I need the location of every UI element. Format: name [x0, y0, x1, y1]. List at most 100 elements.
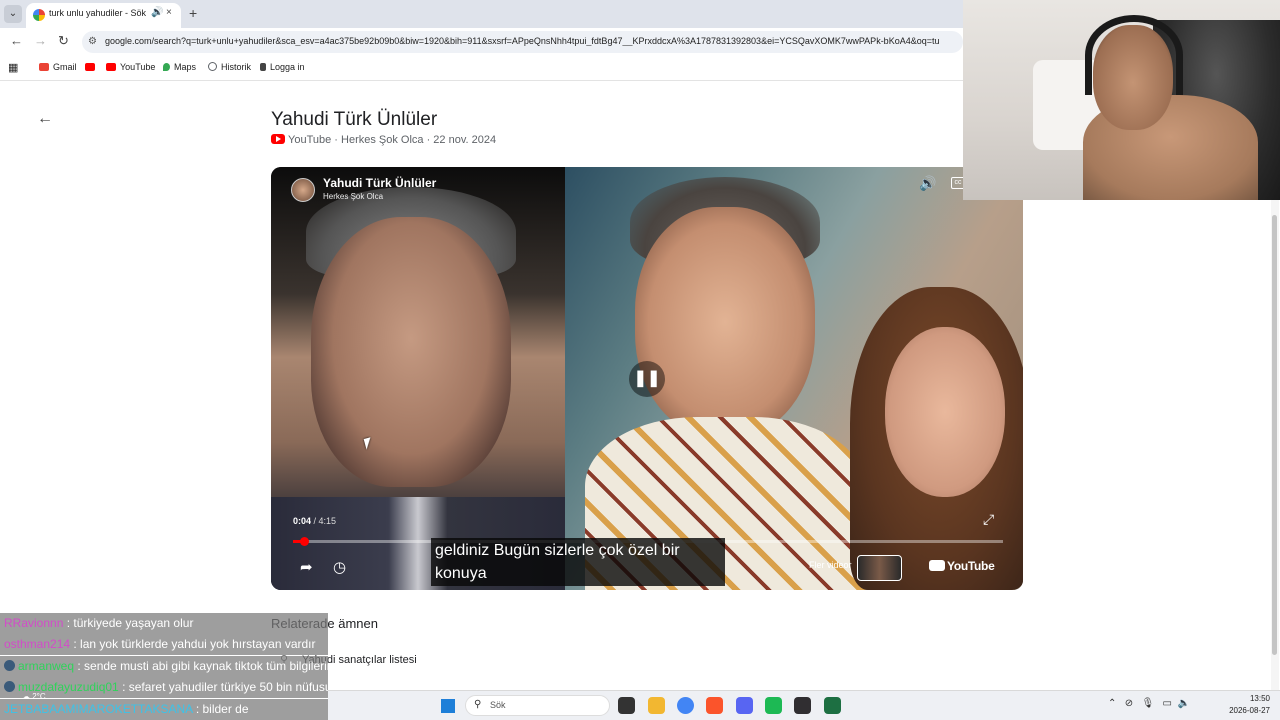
scrollbar-thumb[interactable]	[1272, 215, 1277, 655]
chat-text: : lan yok türklerde yahdui yok hırstayan…	[70, 637, 316, 652]
headset-icon	[1085, 15, 1183, 95]
stream-chat-overlay: RRavionnn : türkiyede yaşayan olur osthma…	[0, 613, 328, 720]
chat-text: : türkiyede yaşayan olur	[63, 616, 194, 630]
file-explorer-icon[interactable]	[648, 697, 665, 714]
tab-title: turk unlu yahudiler - Sök på	[49, 8, 149, 18]
bookmark-label: Logga in	[270, 62, 305, 72]
login-icon	[260, 63, 266, 71]
bookmark-youtube-icon-only[interactable]	[85, 62, 99, 72]
weather-temp: 2°C	[32, 692, 46, 701]
chat-message: RRavionnn : türkiyede yaşayan olur	[0, 613, 328, 634]
windows-start-icon[interactable]	[441, 699, 455, 713]
watch-later-clock-icon[interactable]: ◷	[333, 558, 346, 576]
chat-text: : sende musti abi gibi kaynak tiktok tüm…	[74, 658, 328, 673]
subtitle-line: geldiniz Bugün sizlerle çok özel bir	[435, 542, 680, 559]
chat-message: muzdafayuzudiq01 : sefaret yahudiler tür…	[0, 677, 328, 699]
google-favicon-icon	[33, 9, 45, 21]
page-title: Yahudi Türk Ünlüler	[271, 109, 438, 130]
bookmark-label: YouTube	[120, 62, 156, 72]
system-tray[interactable]: ⌃ ⊘ 🎙 ▭ 🔈	[1108, 698, 1190, 709]
search-icon: ⚲	[474, 699, 482, 710]
weather-widget[interactable]: ☁ 2°C	[22, 692, 46, 701]
bookmark-label: Maps	[174, 62, 197, 72]
microphone-icon[interactable]: 🎙	[1141, 698, 1154, 709]
reload-icon[interactable]: ↻	[58, 33, 69, 49]
youtube-icon	[106, 63, 116, 71]
player-channel-name[interactable]: Herkes Şok Olca	[323, 192, 383, 201]
chat-badge-icon	[4, 681, 15, 693]
tab-search-menu-icon[interactable]: ⌄	[4, 5, 22, 23]
excel-icon[interactable]	[824, 697, 841, 714]
chat-message: osthman214 : lan yok türklerde yahdui yo…	[0, 634, 328, 656]
current-time: 0:04	[293, 516, 312, 526]
apps-grid-icon[interactable]: ▦	[8, 61, 18, 74]
back-icon[interactable]: ←	[10, 33, 23, 48]
volume-icon[interactable]: 🔊	[919, 175, 936, 192]
chat-message: JETBABAAMIMAROKETTAKSANA : bilder de	[0, 698, 328, 720]
youtube-icon	[85, 63, 95, 71]
chat-text: : sefaret yahudiler türkiye 50 bin nüfus…	[122, 680, 328, 695]
video-frame-face	[885, 327, 1005, 497]
taskbar-search[interactable]: ⚲ Sök	[465, 695, 610, 716]
youtube-logo[interactable]: YouTube	[929, 559, 995, 573]
close-tab-icon[interactable]: ×	[166, 7, 172, 18]
chrome-icon[interactable]	[677, 697, 694, 714]
bookmark-label: Gmail	[53, 62, 77, 72]
share-icon[interactable]: ➦	[300, 558, 313, 576]
obs-icon[interactable]	[794, 697, 811, 714]
speaker-icon[interactable]: 🔈	[1178, 698, 1190, 709]
video-meta: YouTube · Herkes Şok Olca · 22 nov. 2024	[271, 134, 496, 146]
maps-pin-icon	[163, 63, 170, 71]
chat-username: JETBABAAMIMAROKETTAKSANA	[4, 701, 193, 716]
chevron-up-icon[interactable]: ⌃	[1108, 698, 1116, 709]
bookmark-history[interactable]: Historik	[208, 62, 251, 72]
fullscreen-icon[interactable]: ⤢	[983, 511, 994, 528]
speaker-icon[interactable]: 🔊	[151, 7, 163, 18]
subtitle-line: konuya	[435, 565, 487, 582]
discord-icon[interactable]	[736, 697, 753, 714]
bookmark-gmail[interactable]: Gmail	[39, 62, 77, 72]
video-frame-face	[311, 217, 511, 487]
forward-icon[interactable]: →	[34, 33, 47, 48]
taskbar: ⚲ Sök ⌃ ⊘ 🎙 ▭ 🔈 13:50 2026-08-27	[328, 690, 1280, 720]
channel-avatar[interactable]	[291, 178, 315, 202]
site-info-icon[interactable]: ⚙	[88, 36, 97, 47]
brave-icon[interactable]	[706, 697, 723, 714]
display-icon[interactable]: ▭	[1163, 698, 1172, 709]
youtube-icon	[929, 560, 945, 571]
new-tab-button[interactable]: +	[189, 5, 197, 21]
more-videos-label[interactable]: Fler videor	[809, 560, 852, 570]
back-arrow-icon[interactable]: ←	[37, 110, 53, 128]
chat-text: : bilder de	[192, 701, 249, 716]
bookmark-login[interactable]: Logga in	[260, 62, 305, 72]
bookmarks-bar: ▦ Gmail YouTube Maps Historik Logga in	[0, 58, 963, 78]
more-videos-thumbnail[interactable]	[857, 555, 902, 581]
spotify-icon[interactable]	[765, 697, 782, 714]
video-player[interactable]: Yahudi Türk Ünlüler Herkes Şok Olca 🔊 cc…	[271, 167, 1023, 590]
bookmark-label: Historik	[221, 62, 252, 72]
chat-badge-icon	[4, 659, 15, 671]
chat-username: armanweq	[18, 658, 75, 673]
clock-time[interactable]: 13:50	[1228, 694, 1270, 703]
bookmark-youtube[interactable]: YouTube	[106, 62, 155, 72]
url-text[interactable]: google.com/search?q=turk+unlu+yahudiler&…	[105, 36, 960, 46]
youtube-logo-text: YouTube	[947, 559, 995, 573]
gmail-icon	[39, 63, 49, 71]
task-view-icon[interactable]	[618, 697, 635, 714]
youtube-icon	[271, 134, 285, 144]
address-bar[interactable]: ⚙ google.com/search?q=turk+unlu+yahudile…	[82, 31, 963, 53]
duration: 4:15	[318, 516, 337, 526]
webcam-overlay	[963, 0, 1280, 200]
pause-icon[interactable]: ❚❚	[629, 361, 665, 397]
chat-username: RRavionnn	[4, 616, 64, 630]
video-meta-text: YouTube · Herkes Şok Olca · 22 nov. 2024	[288, 134, 497, 146]
bookmark-maps[interactable]: Maps	[163, 62, 196, 72]
chat-username: osthman214	[4, 637, 71, 652]
player-video-title[interactable]: Yahudi Türk Ünlüler	[323, 176, 436, 190]
video-frame-face	[635, 207, 815, 437]
network-off-icon[interactable]: ⊘	[1125, 698, 1133, 709]
video-frame-left	[271, 167, 565, 590]
browser-tab[interactable]: turk unlu yahudiler - Sök på 🔊 ×	[26, 3, 181, 28]
clock-date[interactable]: 2026-08-27	[1208, 706, 1270, 715]
subtitle-box: geldiniz Bugün sizlerle çok özel bir kon…	[431, 538, 725, 586]
